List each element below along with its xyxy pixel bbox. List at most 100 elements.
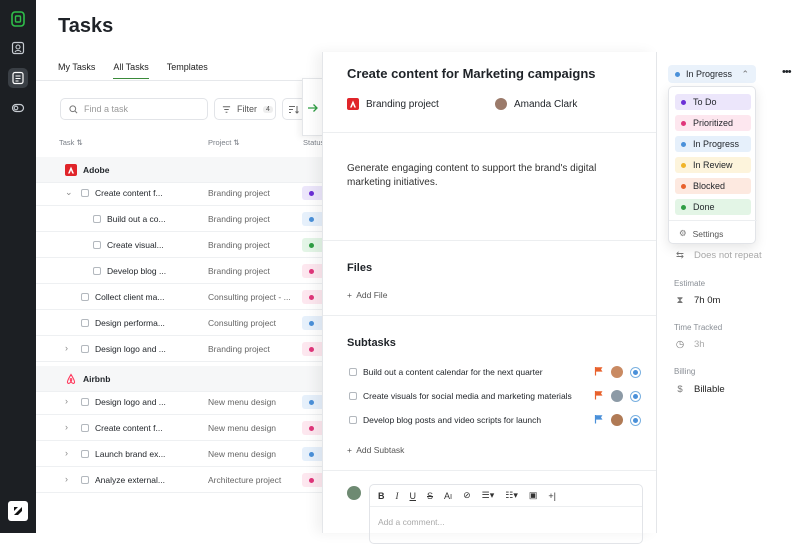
tab-all-tasks[interactable]: All Tasks bbox=[113, 62, 149, 79]
estimate-value[interactable]: ⧗ 7h 0m bbox=[674, 295, 721, 306]
status-option-todo[interactable]: To Do bbox=[675, 94, 751, 110]
contacts-icon[interactable] bbox=[8, 38, 28, 58]
table-row[interactable]: Develop blog ... Branding project bbox=[36, 258, 326, 284]
assignee-picker[interactable] bbox=[630, 391, 641, 402]
task-description[interactable]: Generate engaging content to support the… bbox=[347, 162, 617, 190]
avatar[interactable] bbox=[611, 390, 623, 402]
bullet-list-icon[interactable]: ☷▾ bbox=[505, 490, 518, 501]
column-header-project[interactable]: Project ⇅ bbox=[208, 138, 240, 147]
tab-templates[interactable]: Templates bbox=[167, 62, 208, 79]
subtask-item[interactable]: Build out a content calendar for the nex… bbox=[347, 361, 647, 383]
table-row[interactable]: Create visual... Branding project bbox=[36, 232, 326, 258]
status-option-blocked[interactable]: Blocked bbox=[675, 178, 751, 194]
chevron-right-icon[interactable]: › bbox=[65, 397, 68, 406]
task-checkbox[interactable] bbox=[93, 241, 101, 249]
column-header-task[interactable]: Task ⇅ bbox=[59, 138, 83, 147]
more-options-icon[interactable]: ••• bbox=[782, 66, 800, 82]
subtask-checkbox[interactable] bbox=[349, 368, 357, 376]
task-checkbox[interactable] bbox=[93, 215, 101, 223]
table-row[interactable]: › Launch brand ex... New menu design bbox=[36, 441, 326, 467]
task-project: New menu design bbox=[208, 423, 277, 433]
plus-icon: + bbox=[347, 445, 352, 455]
table-row[interactable]: › Design logo and ... New menu design bbox=[36, 389, 326, 415]
strikethrough-icon[interactable]: S bbox=[427, 491, 433, 501]
task-checkbox[interactable] bbox=[81, 424, 89, 432]
link-icon[interactable]: ⊘ bbox=[463, 490, 471, 501]
task-checkbox[interactable] bbox=[81, 189, 89, 197]
task-checkbox[interactable] bbox=[81, 319, 89, 327]
status-dot bbox=[675, 71, 680, 77]
editor-toolbar: B I U S AI ⊘ ☰▾ ☷▾ ▣ +| bbox=[370, 485, 642, 507]
task-checkbox[interactable] bbox=[81, 398, 89, 406]
task-name: Collect client ma... bbox=[95, 292, 165, 302]
subtask-checkbox[interactable] bbox=[349, 416, 357, 424]
assignee[interactable]: Amanda Clark bbox=[495, 98, 577, 110]
search-icon bbox=[69, 104, 78, 113]
flag-icon[interactable] bbox=[594, 390, 604, 400]
files-heading: Files bbox=[347, 262, 373, 274]
status-option-done[interactable]: Done bbox=[675, 199, 751, 215]
table-row[interactable]: › Create content f... New menu design bbox=[36, 415, 326, 441]
filter-button[interactable]: Filter 4 bbox=[214, 98, 276, 120]
chevron-down-icon[interactable]: ⌄ bbox=[65, 188, 73, 197]
assignee-picker[interactable] bbox=[630, 367, 641, 378]
task-checkbox[interactable] bbox=[81, 293, 89, 301]
assignee-picker[interactable] bbox=[630, 415, 641, 426]
comment-input[interactable]: Add a comment... bbox=[378, 517, 445, 527]
image-icon[interactable]: ▣ bbox=[529, 490, 538, 501]
task-checkbox[interactable] bbox=[81, 476, 89, 484]
comment-editor[interactable]: B I U S AI ⊘ ☰▾ ☷▾ ▣ +| Add a comment... bbox=[369, 484, 643, 544]
task-checkbox[interactable] bbox=[81, 345, 89, 353]
task-title[interactable]: Create content for Marketing campaigns bbox=[347, 66, 596, 81]
bold-icon[interactable]: B bbox=[378, 491, 385, 501]
chevron-right-icon[interactable]: › bbox=[65, 475, 68, 484]
table-row[interactable]: Build out a co... Branding project bbox=[36, 206, 326, 232]
task-checkbox[interactable] bbox=[81, 450, 89, 458]
search-input[interactable]: Find a task bbox=[60, 98, 208, 120]
status-option-prioritized[interactable]: Prioritized bbox=[675, 115, 751, 131]
app-rail bbox=[0, 0, 36, 533]
billing-value[interactable]: $ Billable bbox=[674, 384, 724, 395]
chevron-up-icon: ⌃ bbox=[741, 68, 749, 79]
table-row[interactable]: › Design logo and ... Branding project bbox=[36, 336, 326, 362]
subtask-item[interactable]: Create visuals for social media and mark… bbox=[347, 385, 647, 407]
table-row[interactable]: Collect client ma... Consulting project … bbox=[36, 284, 326, 310]
table-row[interactable]: ⌄ Create content f... Branding project bbox=[36, 180, 326, 206]
assignee-name: Amanda Clark bbox=[514, 98, 578, 110]
status-settings-item[interactable]: ⚙ Settings bbox=[679, 228, 723, 239]
plus-icon: + bbox=[347, 290, 352, 300]
add-subtask-button[interactable]: + Add Subtask bbox=[347, 445, 404, 455]
task-name: Design performa... bbox=[95, 318, 165, 328]
underline-icon[interactable]: U bbox=[410, 491, 417, 501]
insert-icon[interactable]: +| bbox=[548, 491, 556, 501]
numbered-list-icon[interactable]: ☰▾ bbox=[482, 490, 495, 501]
status-option-in-review[interactable]: In Review bbox=[675, 157, 751, 173]
subtask-checkbox[interactable] bbox=[349, 392, 357, 400]
subtask-item[interactable]: Develop blog posts and video scripts for… bbox=[347, 409, 647, 431]
project-link[interactable]: Branding project bbox=[347, 98, 439, 110]
divider bbox=[323, 470, 657, 471]
table-row[interactable]: Design performa... Consulting project bbox=[36, 310, 326, 336]
toggle-icon[interactable] bbox=[8, 98, 28, 118]
font-size-icon[interactable]: AI bbox=[444, 491, 452, 501]
repeat-setting[interactable]: ⇆ Does not repeat bbox=[674, 250, 762, 261]
avatar[interactable] bbox=[611, 414, 623, 426]
table-row[interactable]: › Analyze external... Architecture proje… bbox=[36, 467, 326, 493]
chevron-right-icon[interactable]: › bbox=[65, 423, 68, 432]
chevron-right-icon[interactable]: › bbox=[65, 449, 68, 458]
status-option-in-progress[interactable]: In Progress bbox=[675, 136, 751, 152]
filter-label: Filter bbox=[237, 104, 257, 114]
chevron-right-icon[interactable]: › bbox=[65, 344, 68, 353]
task-checkbox[interactable] bbox=[93, 267, 101, 275]
tasks-icon[interactable] bbox=[8, 68, 28, 88]
status-dropdown-button[interactable]: In Progress ⌃ bbox=[668, 65, 756, 83]
collapse-panel-button[interactable] bbox=[302, 78, 324, 136]
workspace-logo-icon[interactable] bbox=[8, 9, 28, 29]
tab-my-tasks[interactable]: My Tasks bbox=[58, 62, 95, 79]
italic-icon[interactable]: I bbox=[396, 491, 399, 501]
flag-icon[interactable] bbox=[594, 366, 604, 376]
time-tracked-value[interactable]: ◷ 3h bbox=[674, 339, 705, 350]
flag-icon[interactable] bbox=[594, 414, 604, 424]
avatar[interactable] bbox=[611, 366, 623, 378]
add-file-button[interactable]: + Add File bbox=[347, 290, 387, 300]
